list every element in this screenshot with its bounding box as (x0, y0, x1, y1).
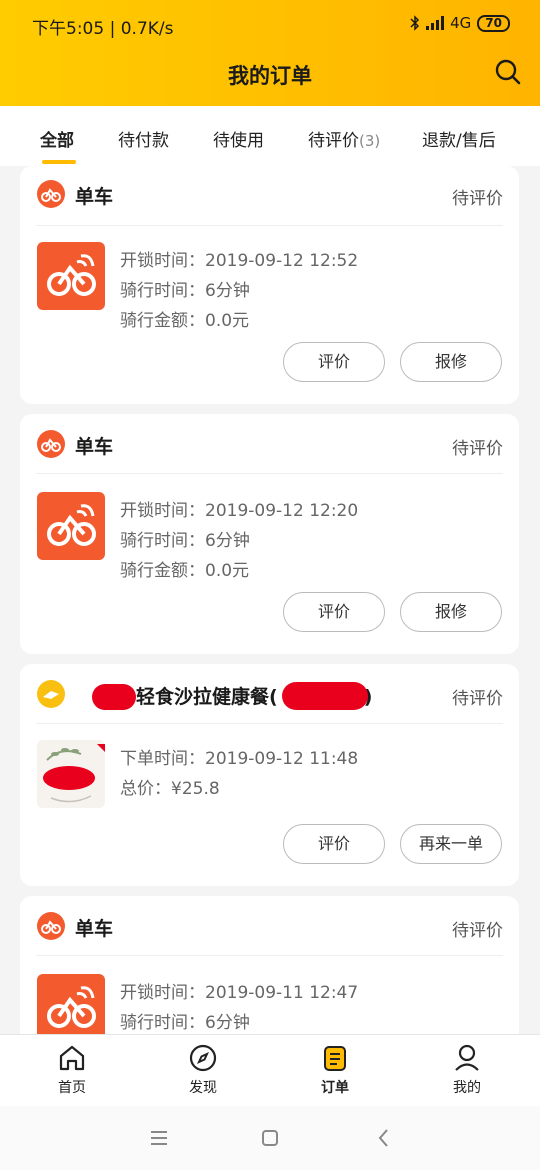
order-card[interactable]: 单车 待评价 开锁时间：2019-09-12 12:20 骑行时间：6分钟 骑行… (20, 414, 519, 654)
order-brand-name: 轻食沙拉健康餐 (136, 686, 270, 708)
ride-duration: 骑行时间：6分钟 (120, 281, 250, 301)
home-icon (59, 1045, 85, 1071)
ride-duration: 骑行时间：6分钟 (120, 1013, 250, 1033)
menu-icon[interactable] (147, 1126, 171, 1150)
order-time: 下单时间：2019-09-12 11:48 (120, 749, 359, 769)
active-tab-indicator (42, 160, 76, 164)
bottom-nav: 首页 发现 订单 我的 (0, 1034, 540, 1106)
unlock-time: 开锁时间：2019-09-11 12:47 (120, 983, 359, 1003)
nav-profile[interactable]: 我的 (427, 1043, 507, 1097)
tab-review-count: (3) (359, 132, 381, 150)
app-header: 下午5:05 | 0.7K/s 4G 70 我的订单 (0, 0, 540, 106)
nav-discover[interactable]: 发现 (163, 1043, 243, 1097)
redacted-block (92, 684, 136, 710)
order-brand-name: 单车 (75, 918, 114, 940)
redacted-block (282, 682, 368, 710)
order-brand-name: 单车 (75, 186, 114, 208)
bike-thumbnail-icon (37, 974, 105, 1042)
battery-indicator: 70 (477, 14, 510, 32)
tab-pending-use[interactable]: 待使用 (213, 126, 264, 151)
page-title: 我的订单 (228, 64, 312, 88)
report-repair-button[interactable]: 报修 (400, 592, 502, 632)
signal-icon (426, 16, 445, 30)
status-bar: 下午5:05 | 0.7K/s 4G 70 (0, 0, 540, 50)
review-button[interactable]: 评价 (283, 592, 385, 632)
compass-icon (189, 1044, 217, 1072)
delivery-icon (37, 680, 65, 708)
order-tabs: 全部 待付款 待使用 待评价(3) 退款/售后 (0, 106, 540, 166)
network-type: 4G (450, 14, 472, 32)
orders-icon (324, 1046, 346, 1071)
order-card-header: 单车 待评价 (20, 166, 519, 226)
order-status: 待评价 (452, 921, 503, 941)
review-button[interactable]: 评价 (283, 342, 385, 382)
bike-thumbnail-icon (37, 242, 105, 310)
order-status: 待评价 (452, 189, 503, 209)
order-card-header: 单车 待评价 (20, 414, 519, 474)
ride-amount: 骑行金额：0.0元 (120, 311, 250, 331)
order-total: 总价：¥25.8 (120, 779, 220, 799)
report-repair-button[interactable]: 报修 (400, 342, 502, 382)
review-button[interactable]: 评价 (283, 824, 385, 864)
order-card[interactable]: 轻食沙拉健康餐() 待评价 下单时间：2019-09-12 11:48 总价：¥… (20, 664, 519, 886)
search-icon[interactable] (494, 58, 522, 86)
nav-home[interactable]: 首页 (32, 1043, 112, 1097)
profile-icon (455, 1044, 479, 1071)
order-status: 待评价 (452, 689, 503, 709)
back-icon[interactable] (372, 1126, 396, 1150)
tab-refund[interactable]: 退款/售后 (422, 126, 496, 151)
unlock-time: 开锁时间：2019-09-12 12:52 (120, 251, 359, 271)
salad-logo-image (37, 740, 105, 808)
order-card[interactable]: 单车 待评价 开锁时间：2019-09-12 12:52 骑行时间：6分钟 骑行… (20, 166, 519, 404)
home-square-icon[interactable] (258, 1126, 282, 1150)
status-speed: 0.7K/s (120, 19, 174, 39)
reorder-button[interactable]: 再来一单 (400, 824, 502, 864)
bike-thumbnail-icon (37, 492, 105, 560)
order-card-header: 轻食沙拉健康餐() 待评价 (20, 664, 519, 724)
unlock-time: 开锁时间：2019-09-12 12:20 (120, 501, 359, 521)
bike-icon (37, 180, 65, 208)
status-time: 下午5:05 (32, 19, 105, 39)
order-card-header: 单车 待评价 (20, 896, 519, 956)
tab-pending-payment[interactable]: 待付款 (118, 126, 169, 151)
order-status: 待评价 (452, 439, 503, 459)
ride-amount: 骑行金额：0.0元 (120, 561, 250, 581)
tab-all[interactable]: 全部 (40, 126, 74, 151)
bike-icon (37, 912, 65, 940)
system-nav-bar (0, 1106, 540, 1170)
tab-pending-review[interactable]: 待评价(3) (308, 126, 380, 151)
order-brand-name: 单车 (75, 436, 114, 458)
bike-icon (37, 430, 65, 458)
ride-duration: 骑行时间：6分钟 (120, 531, 250, 551)
nav-orders[interactable]: 订单 (295, 1043, 375, 1097)
bluetooth-icon (410, 15, 420, 31)
